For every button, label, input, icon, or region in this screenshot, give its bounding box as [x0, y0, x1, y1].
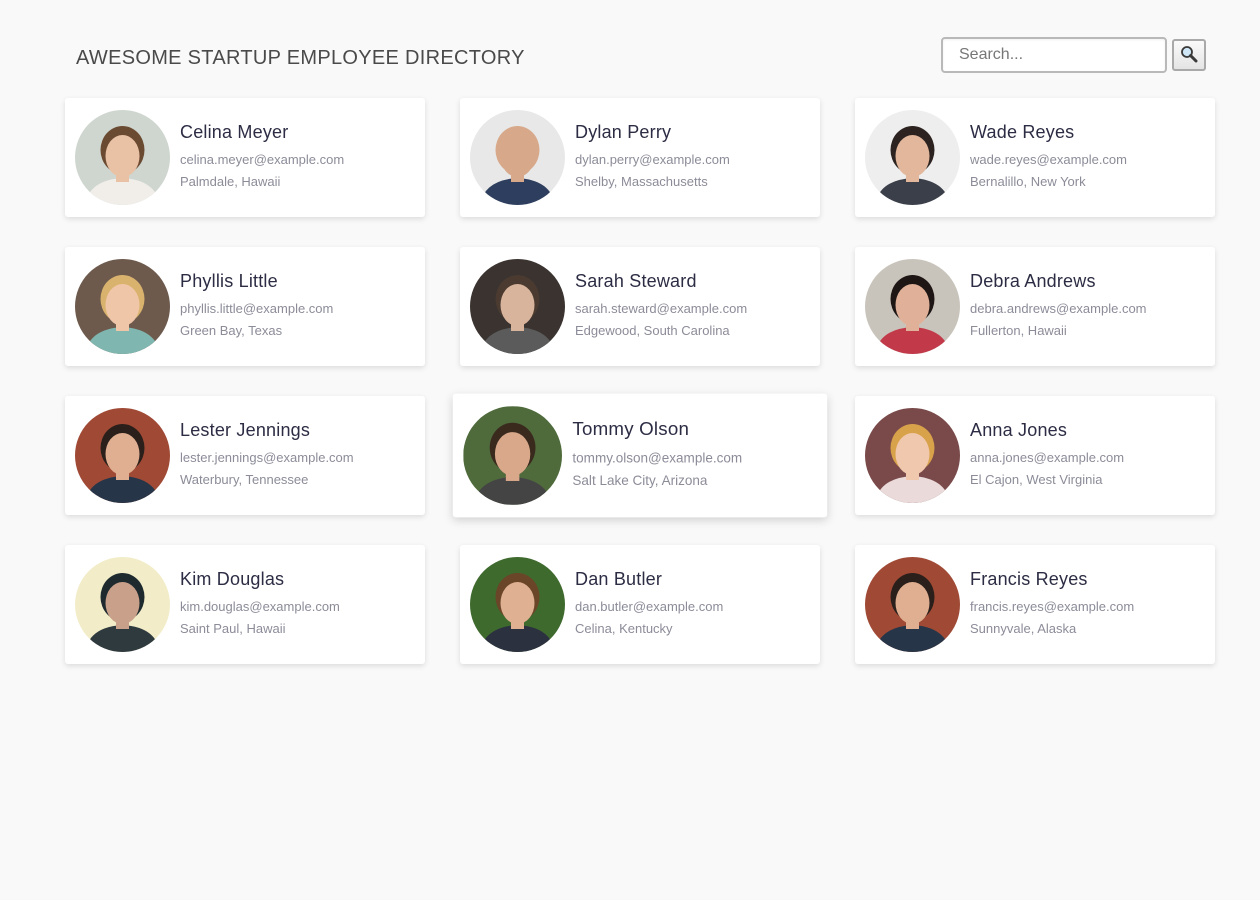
- employee-location: Celina, Kentucky: [575, 621, 673, 636]
- employee-location: Waterbury, Tennessee: [180, 472, 309, 487]
- employee-location: Bernalillo, New York: [970, 174, 1086, 189]
- employee-card[interactable]: Anna Jones anna.jones@example.com El Cajon…: [855, 396, 1215, 515]
- employee-email: phyllis.little@example.com: [180, 301, 334, 316]
- page-title: AWESOME STARTUP EMPLOYEE DIRECTORY: [76, 47, 525, 69]
- employee-info: Anna Jones anna.jones@example.com El Cajon…: [970, 420, 1124, 491]
- employee-info: Dan Butler dan.butler@example.com Celina, …: [575, 569, 723, 640]
- employee-location: Salt Lake City, Arizona: [572, 472, 708, 489]
- employee-info: Tommy Olson tommy.olson@example.com Salt L…: [572, 419, 742, 493]
- employee-location: Green Bay, Texas: [180, 323, 283, 338]
- employee-name: Celina Meyer: [180, 122, 289, 142]
- employee-info: Wade Reyes wade.reyes@example.com Bernalil…: [970, 122, 1127, 193]
- employee-location: Fullerton, Hawaii: [970, 323, 1067, 338]
- employee-email: lester.jennings@example.com: [180, 450, 354, 465]
- employee-avatar: [865, 110, 960, 205]
- magnifier-icon: [1180, 45, 1198, 66]
- employee-name: Lester Jennings: [180, 420, 311, 440]
- employee-email: kim.douglas@example.com: [180, 599, 340, 614]
- employee-name: Dan Butler: [575, 569, 663, 589]
- employee-name: Phyllis Little: [180, 271, 278, 291]
- employee-info: Sarah Steward sarah.steward@example.com Ed…: [575, 271, 747, 342]
- employee-avatar: [470, 110, 565, 205]
- employee-avatar: [75, 259, 170, 354]
- employee-card[interactable]: Sarah Steward sarah.steward@example.com Ed…: [460, 247, 820, 366]
- employee-name: Dylan Perry: [575, 122, 672, 142]
- employee-location: Edgewood, South Carolina: [575, 323, 730, 338]
- employee-email: tommy.olson@example.com: [572, 449, 743, 466]
- employee-card[interactable]: Debra Andrews debra.andrews@example.com Fu…: [855, 247, 1215, 366]
- employee-location: Shelby, Massachusetts: [575, 174, 708, 189]
- employee-email: anna.jones@example.com: [970, 450, 1125, 465]
- employee-avatar: [470, 557, 565, 652]
- header: AWESOME STARTUP EMPLOYEE DIRECTORY: [0, 0, 1260, 90]
- employee-info: Dylan Perry dylan.perry@example.com Shelby…: [575, 122, 730, 193]
- employee-card[interactable]: Dylan Perry dylan.perry@example.com Shelby…: [460, 98, 820, 217]
- employee-avatar: [75, 557, 170, 652]
- search-form: [941, 37, 1206, 73]
- employee-location: Palmdale, Hawaii: [180, 174, 281, 189]
- employee-name: Wade Reyes: [970, 122, 1075, 142]
- employee-info: Francis Reyes francis.reyes@example.com Su…: [970, 569, 1134, 640]
- employee-card[interactable]: Francis Reyes francis.reyes@example.com Su…: [855, 545, 1215, 664]
- employee-name: Tommy Olson: [572, 418, 690, 440]
- employee-avatar: [75, 110, 170, 205]
- employee-card[interactable]: Dan Butler dan.butler@example.com Celina, …: [460, 545, 820, 664]
- employee-info: Celina Meyer celina.meyer@example.com Palm…: [180, 122, 344, 193]
- employee-avatar: [463, 406, 562, 505]
- employee-avatar: [75, 408, 170, 503]
- employee-gallery: Celina Meyer celina.meyer@example.com Palm…: [65, 98, 1215, 664]
- employee-card[interactable]: Celina Meyer celina.meyer@example.com Palm…: [65, 98, 425, 217]
- search-input[interactable]: [941, 37, 1167, 73]
- employee-card[interactable]: Kim Douglas kim.douglas@example.com Saint …: [65, 545, 425, 664]
- employee-name: Francis Reyes: [970, 569, 1088, 589]
- employee-card[interactable]: Lester Jennings lester.jennings@example.c…: [65, 396, 425, 515]
- employee-avatar: [865, 259, 960, 354]
- employee-name: Kim Douglas: [180, 569, 285, 589]
- employee-name: Sarah Steward: [575, 271, 697, 291]
- employee-info: Debra Andrews debra.andrews@example.com Fu…: [970, 271, 1147, 342]
- employee-info: Phyllis Little phyllis.little@example.com…: [180, 271, 333, 342]
- employee-name: Debra Andrews: [970, 271, 1096, 291]
- employee-email: debra.andrews@example.com: [970, 301, 1147, 316]
- employee-location: El Cajon, West Virginia: [970, 472, 1103, 487]
- employee-avatar: [470, 259, 565, 354]
- employee-card[interactable]: Phyllis Little phyllis.little@example.com…: [65, 247, 425, 366]
- employee-info: Lester Jennings lester.jennings@example.c…: [180, 420, 354, 491]
- employee-email: dylan.perry@example.com: [575, 152, 730, 167]
- employee-email: dan.butler@example.com: [575, 599, 724, 614]
- employee-card[interactable]: Wade Reyes wade.reyes@example.com Bernalil…: [855, 98, 1215, 217]
- employee-email: wade.reyes@example.com: [970, 152, 1127, 167]
- employee-avatar: [865, 557, 960, 652]
- search-button[interactable]: [1172, 39, 1206, 71]
- employee-email: sarah.steward@example.com: [575, 301, 748, 316]
- employee-name: Anna Jones: [970, 420, 1068, 440]
- employee-card[interactable]: Tommy Olson tommy.olson@example.com Salt L…: [452, 393, 828, 518]
- employee-location: Saint Paul, Hawaii: [180, 621, 286, 636]
- employee-location: Sunnyvale, Alaska: [970, 621, 1077, 636]
- employee-email: celina.meyer@example.com: [180, 152, 345, 167]
- employee-info: Kim Douglas kim.douglas@example.com Saint …: [180, 569, 340, 640]
- employee-email: francis.reyes@example.com: [970, 599, 1135, 614]
- employee-avatar: [865, 408, 960, 503]
